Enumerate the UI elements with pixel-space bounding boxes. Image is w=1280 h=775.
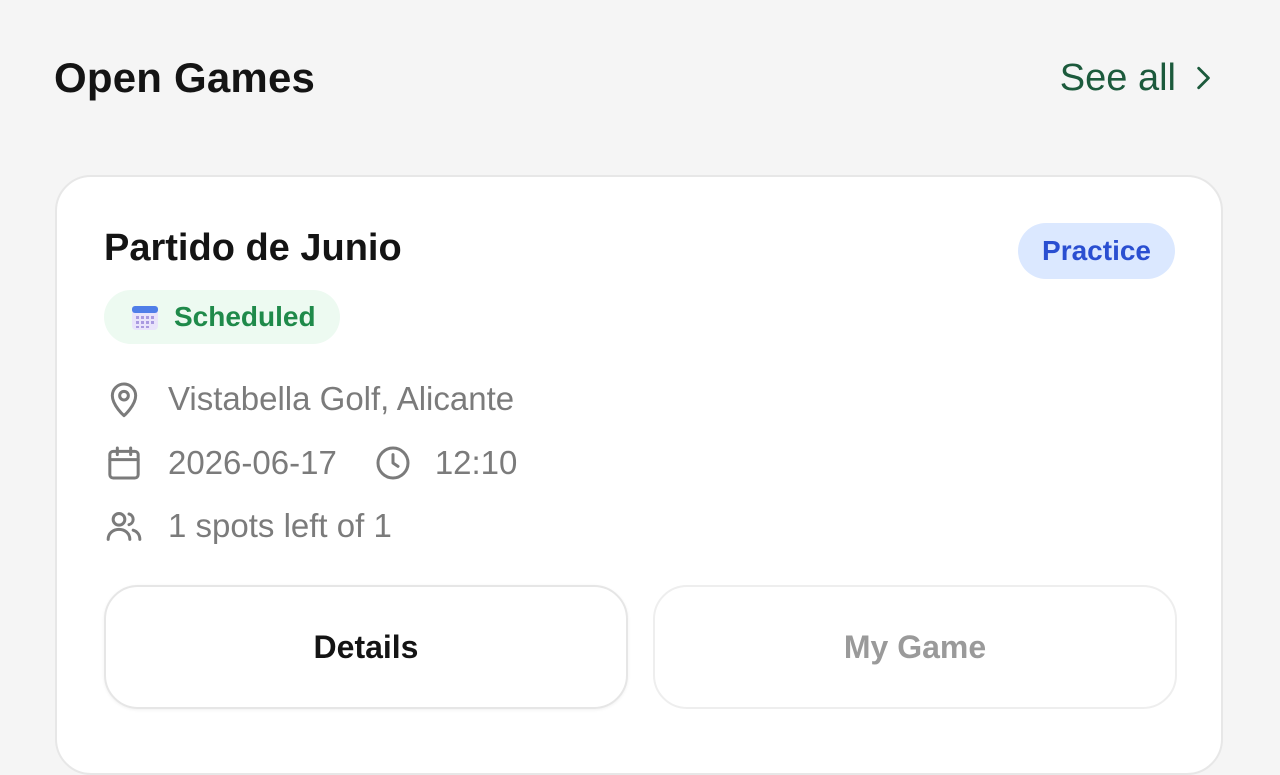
- time-text: 12:10: [434, 444, 518, 481]
- status-label: Scheduled: [174, 301, 316, 332]
- details-button[interactable]: Details: [104, 585, 628, 709]
- game-type-badge: Practice: [1018, 223, 1175, 279]
- see-all-label: See all: [1059, 56, 1176, 99]
- game-title: Partido de Junio: [104, 227, 402, 269]
- status-badge: Scheduled: [104, 290, 340, 344]
- clock-icon: [376, 446, 410, 480]
- spots-row: 1 spots left of 1: [104, 506, 392, 546]
- chevron-right-icon: [1197, 66, 1210, 90]
- date-text: 2026-06-17: [168, 444, 337, 481]
- section-title: Open Games: [54, 54, 316, 101]
- users-icon: [106, 512, 142, 541]
- location-text: Vistabella Golf, Alicante: [168, 380, 515, 417]
- game-card: Partido de Junio Practice Scheduled Vist…: [55, 175, 1223, 775]
- calendar-emoji-icon: [132, 306, 158, 330]
- spots-text: 1 spots left of 1: [168, 507, 392, 544]
- section-header: Open Games See all: [54, 50, 1216, 106]
- location-row: Vistabella Golf, Alicante: [104, 379, 514, 419]
- my-game-button[interactable]: My Game: [653, 585, 1177, 709]
- see-all-link[interactable]: See all: [1060, 57, 1216, 100]
- calendar-icon: [108, 446, 140, 480]
- datetime-row: 2026-06-17 12:10: [104, 443, 517, 483]
- map-pin-icon: [110, 382, 138, 418]
